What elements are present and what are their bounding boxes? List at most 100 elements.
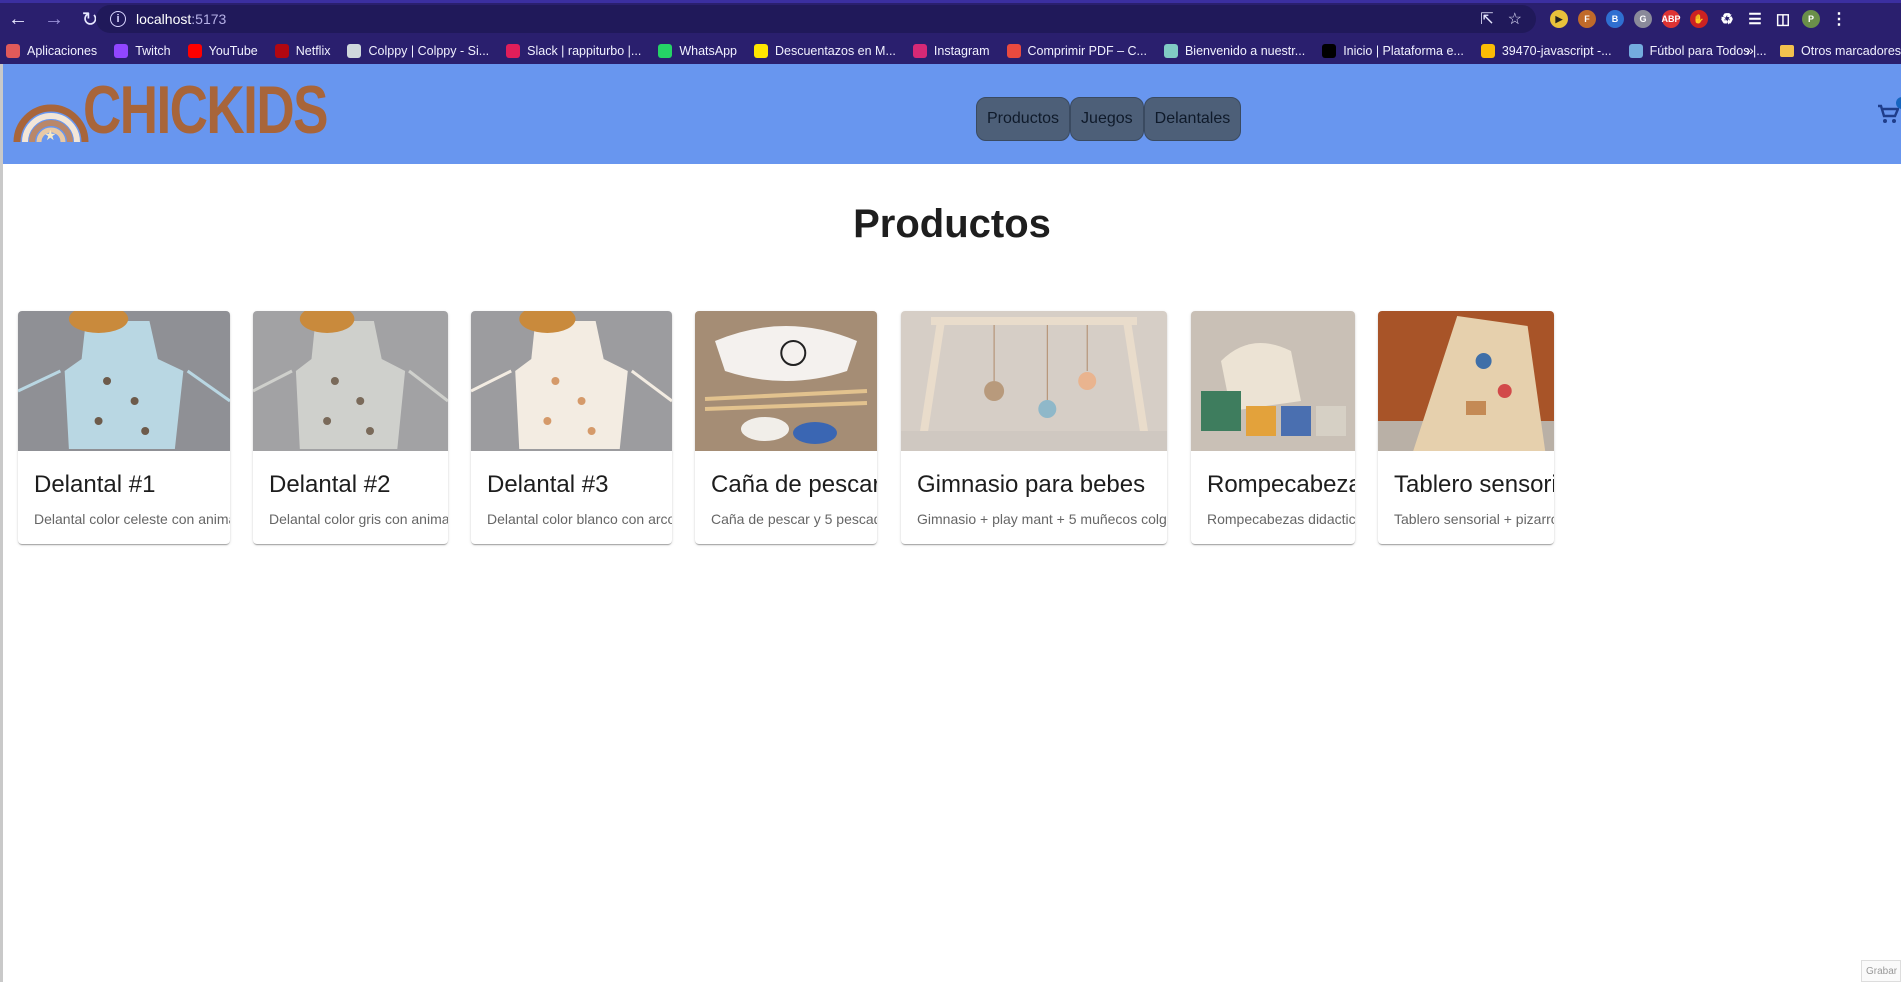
nav-link-productos[interactable]: Productos <box>976 97 1071 141</box>
bookmark-item[interactable]: Slack | rappiturbo |... <box>506 44 641 58</box>
pdf-icon <box>1006 44 1021 58</box>
address-bar[interactable]: i localhost:5173 ⇱ ☆ <box>96 5 1536 33</box>
hand-extension-icon[interactable]: ✋ <box>1690 10 1708 28</box>
bookmark-item[interactable]: Inicio | Plataforma e... <box>1322 44 1464 58</box>
product-card: Delantal #2 Delantal color gris con anima… <box>253 311 448 544</box>
bookmark-label: YouTube <box>208 44 258 58</box>
bookmark-item[interactable]: YouTube <box>187 44 258 58</box>
product-card: Delantal #1 Delantal color celeste con an… <box>18 311 230 544</box>
media-list-icon[interactable]: ☰ <box>1746 10 1764 28</box>
puzzle-extensions-icon[interactable]: ♻ <box>1718 10 1736 28</box>
bookmark-item[interactable]: Twitch <box>114 44 171 58</box>
product-image <box>901 311 1167 451</box>
bookmark-label: Netflix <box>295 44 331 58</box>
product-title: Gimnasio para bebes <box>917 471 1146 498</box>
menu-kebab-icon[interactable]: ⋮ <box>1830 10 1848 28</box>
product-image <box>1191 311 1355 451</box>
bookmark-item[interactable]: Netflix <box>274 44 331 58</box>
other-bookmarks[interactable]: Otros marcadores <box>1780 38 1901 64</box>
instagram-icon <box>912 44 927 58</box>
nav-link-juegos[interactable]: Juegos <box>1070 97 1144 141</box>
twitch-icon <box>114 44 129 58</box>
rainbow-logo-icon: ★ <box>13 104 89 144</box>
bookmark-label: Instagram <box>933 44 990 58</box>
logo-wordmark: CHICKIDS <box>83 72 328 148</box>
side-panel-icon[interactable]: ◫ <box>1774 10 1792 28</box>
product-card: Gimnasio para bebes Gimnasio + play mant … <box>901 311 1167 544</box>
product-description: Tablero sensorial + pizarron <box>1394 511 1554 527</box>
site-navbar: ★ CHICKIDS Productos Juegos Delantales <box>3 64 1901 164</box>
shopping-cart-icon[interactable] <box>1877 104 1900 130</box>
product-title: Delantal #3 <box>487 471 609 498</box>
arrow-logo-icon <box>1163 44 1178 58</box>
bookmark-label: Twitch <box>135 44 171 58</box>
colppy-icon <box>347 44 362 58</box>
product-description: Caña de pescar y 5 pescados <box>711 511 877 527</box>
product-description: Rompecabezas didacticos <box>1207 511 1355 527</box>
nav-links: Productos Juegos Delantales <box>976 97 1242 141</box>
product-card: Delantal #3 Delantal color blanco con arc… <box>471 311 672 544</box>
profile-avatar-icon[interactable]: P <box>1802 10 1820 28</box>
forward-arrow-icon[interactable]: → <box>36 0 72 38</box>
bookmark-label: Bienvenido a nuestr... <box>1184 44 1306 58</box>
product-title: Tablero sensorial <box>1394 471 1554 498</box>
product-image <box>253 311 448 451</box>
url-port: :5173 <box>191 11 227 27</box>
bookmark-item[interactable]: Descuentazos en M... <box>754 44 896 58</box>
product-description: Delantal color celeste con animales <box>34 511 230 527</box>
bookmark-label: WhatsApp <box>679 44 737 58</box>
bookmark-label: Comprimir PDF – C... <box>1027 44 1147 58</box>
bookmark-label: 39470-javascript -... <box>1501 44 1612 58</box>
bookmark-item[interactable]: Instagram <box>912 44 990 58</box>
extensions-bar: ▶ F B G ABP ✋ ♻ ☰ ◫ P ⋮ <box>1550 7 1848 31</box>
shield-extension-icon[interactable]: B <box>1606 10 1624 28</box>
bookmark-item[interactable]: Comprimir PDF – C... <box>1006 44 1147 58</box>
bookmark-label: Descuentazos en M... <box>775 44 896 58</box>
coderhouse-icon <box>1322 44 1337 58</box>
bookmark-item[interactable]: 39470-javascript -... <box>1480 44 1612 58</box>
bookmark-label: Inicio | Plataforma e... <box>1343 44 1464 58</box>
product-title: Delantal #2 <box>269 471 391 498</box>
bookmarks-bar: Aplicaciones Twitch YouTube Netflix Colppy |… <box>0 38 1901 64</box>
site-logo[interactable]: ★ CHICKIDS <box>13 70 396 150</box>
product-image <box>18 311 230 451</box>
bookmark-label: Slack | rappiturbo |... <box>527 44 642 58</box>
site-info-icon[interactable]: i <box>110 11 126 27</box>
whatsapp-icon <box>658 44 673 58</box>
slack-icon <box>506 44 521 58</box>
back-arrow-icon[interactable]: ← <box>0 0 36 38</box>
product-card: Caña de pescar Caña de pescar y 5 pescado… <box>695 311 877 544</box>
youtube-icon <box>187 44 202 58</box>
other-bookmarks-label: Otros marcadores <box>1801 44 1901 58</box>
adblock-extension-icon[interactable]: ABP <box>1662 10 1681 28</box>
bookmark-star-icon[interactable]: ☆ <box>1508 9 1522 29</box>
bookmark-item[interactable]: Aplicaciones <box>6 44 97 58</box>
svg-text:★: ★ <box>44 128 57 144</box>
fox-extension-icon[interactable]: F <box>1578 10 1596 28</box>
product-image <box>695 311 877 451</box>
folder-icon <box>1780 45 1794 57</box>
browser-toolbar: ← → ↻ i localhost:5173 ⇱ ☆ ▶ F B G ABP ✋… <box>0 0 1901 38</box>
more-bookmarks-button[interactable]: » <box>1746 42 1754 58</box>
bookmark-item[interactable]: Bienvenido a nuestr... <box>1163 44 1306 58</box>
grey-extension-icon[interactable]: G <box>1634 10 1652 28</box>
product-image <box>471 311 672 451</box>
play-extension-icon[interactable]: ▶ <box>1550 10 1568 28</box>
bookmark-label: Aplicaciones <box>27 44 98 58</box>
nav-link-delantales[interactable]: Delantales <box>1143 97 1242 141</box>
recorder-button[interactable]: Grabar <box>1861 960 1901 982</box>
url-host: localhost <box>136 11 192 27</box>
apps-grid-icon <box>6 44 20 58</box>
product-description: Delantal color gris con animales <box>269 511 448 527</box>
toolbar-accent <box>0 0 1901 3</box>
bookmark-item[interactable]: WhatsApp <box>658 44 737 58</box>
page-title: Productos <box>853 202 1051 246</box>
bookmark-item[interactable]: Colppy | Colppy - Si... <box>347 44 489 58</box>
mercadolibre-icon <box>754 44 768 58</box>
cart-count-badge <box>1896 97 1901 109</box>
drive-icon <box>1480 44 1495 58</box>
share-icon[interactable]: ⇱ <box>1480 9 1493 29</box>
product-description: Gimnasio + play mant + 5 muñecos colgant… <box>917 511 1167 527</box>
page-viewport: ★ CHICKIDS Productos Juegos Delantales P… <box>0 64 1901 982</box>
product-title: Rompecabezas <box>1207 471 1355 498</box>
